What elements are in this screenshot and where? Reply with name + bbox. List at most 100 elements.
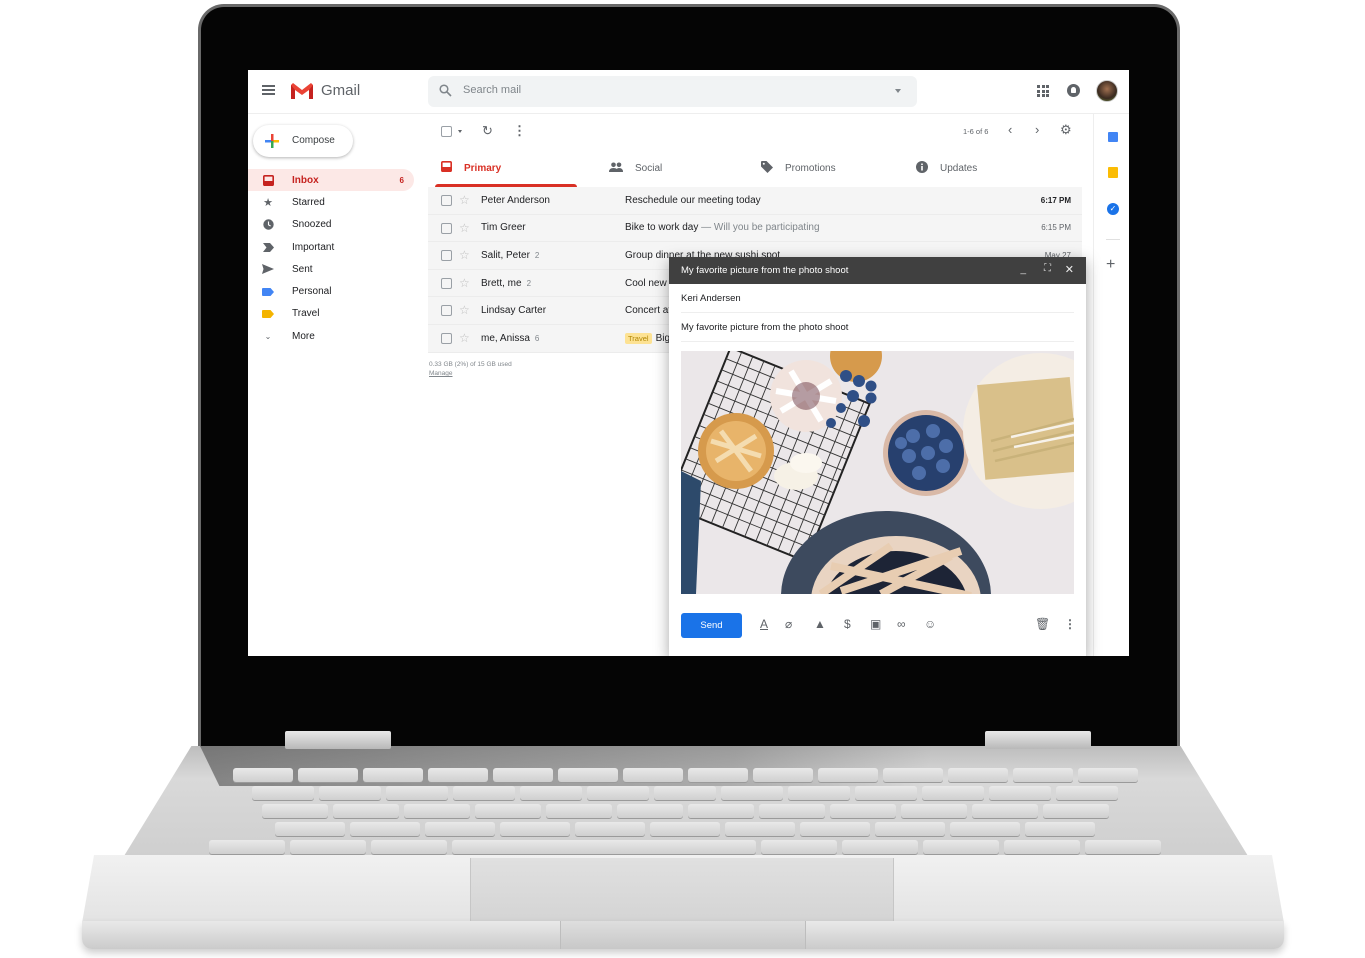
emoji-icon[interactable]: ☺	[924, 617, 936, 631]
keyboard-key	[1077, 768, 1138, 782]
insert-link-icon[interactable]: ∞	[897, 617, 906, 631]
send-button[interactable]: Send	[681, 613, 742, 638]
calendar-icon[interactable]	[1108, 132, 1118, 142]
sidebar-item-snoozed[interactable]: Snoozed	[248, 214, 414, 236]
keyboard-key	[687, 804, 754, 818]
tab-label: Promotions	[785, 162, 836, 174]
to-field[interactable]: Keri Andersen	[681, 284, 1074, 313]
tag-icon	[761, 160, 773, 176]
sidebar-item-sent[interactable]: Sent	[248, 258, 414, 280]
keyboard-key	[971, 804, 1038, 818]
tab-promotions[interactable]: Promotions	[761, 150, 836, 186]
tasks-icon[interactable]: ✓	[1107, 203, 1119, 215]
email-sender: Lindsay Carter	[481, 305, 546, 316]
star-icon[interactable]: ☆	[459, 303, 470, 317]
thread-count: 2	[534, 250, 540, 260]
tab-social[interactable]: Social	[609, 150, 662, 186]
gmail-logo-icon[interactable]	[290, 82, 314, 100]
attached-photo[interactable]	[681, 351, 1074, 594]
email-row[interactable]: ☆ Peter Anderson Reschedule our meeting …	[428, 187, 1082, 215]
sidebar-item-starred[interactable]: ★ Starred	[248, 191, 414, 213]
search-icon[interactable]	[439, 84, 452, 97]
thread-count: 6	[534, 333, 540, 343]
compose-button[interactable]: Compose	[253, 125, 353, 157]
label-icon	[262, 308, 274, 320]
sidebar-item-travel[interactable]: Travel	[248, 303, 414, 325]
email-subject: Concert at	[625, 305, 671, 316]
subject-text: Reschedule our meeting today	[625, 194, 761, 206]
row-checkbox[interactable]	[441, 222, 452, 234]
row-checkbox[interactable]	[441, 195, 452, 206]
label-icon	[262, 286, 274, 298]
star-icon[interactable]: ☆	[459, 248, 470, 262]
account-avatar[interactable]	[1096, 80, 1118, 102]
search-bar[interactable]: Search mail	[428, 76, 917, 107]
compose-title-bar[interactable]: My favorite picture from the photo shoot…	[669, 257, 1086, 284]
inbox-icon	[262, 174, 274, 186]
search-input[interactable]: Search mail	[463, 84, 521, 96]
row-checkbox[interactable]	[441, 332, 452, 344]
keyboard-key	[575, 822, 645, 836]
sidebar-item-more[interactable]: ⌄ More	[248, 325, 414, 347]
email-time: 6:15 PM	[1041, 223, 1071, 233]
select-all-checkbox[interactable]	[441, 126, 452, 137]
row-checkbox[interactable]	[441, 305, 452, 317]
star-icon[interactable]: ☆	[459, 193, 470, 207]
keyboard-key	[725, 822, 795, 836]
trash-icon[interactable]: 🗑	[1035, 617, 1050, 631]
tab-primary[interactable]: Primary	[434, 150, 578, 187]
send-money-icon[interactable]: $	[844, 617, 851, 631]
apps-grid-icon[interactable]	[1037, 85, 1049, 97]
subject-field[interactable]: My favorite picture from the photo shoot	[681, 313, 1074, 342]
keep-icon[interactable]	[1108, 167, 1118, 178]
sidebar-item-inbox[interactable]: Inbox 6	[248, 169, 414, 192]
more-options-icon[interactable]: ⋮	[513, 123, 526, 139]
hamburger-menu-icon[interactable]	[262, 85, 275, 95]
chevron-right-icon[interactable]: ›	[1035, 122, 1039, 137]
sidebar-item-label: Personal	[292, 286, 332, 298]
add-addon-icon[interactable]: +	[1106, 256, 1115, 274]
sidebar-item-personal[interactable]: Personal	[248, 280, 414, 302]
email-row[interactable]: ☆ Tim Greer Bike to work day — Will you …	[428, 214, 1082, 243]
keyboard-key	[989, 786, 1051, 800]
format-text-icon[interactable]: A	[760, 617, 768, 631]
tab-updates[interactable]: Updates	[916, 150, 977, 186]
app-name: Gmail	[321, 82, 361, 99]
keyboard	[160, 768, 1210, 858]
close-icon[interactable]: ✕	[1065, 263, 1074, 276]
info-icon	[916, 160, 928, 176]
left-hinge	[285, 731, 391, 749]
keyboard-key	[587, 786, 649, 800]
insert-photo-icon[interactable]: ▣	[870, 617, 881, 631]
star-icon[interactable]: ☆	[459, 331, 470, 345]
keyboard-key	[252, 786, 314, 800]
attach-file-icon[interactable]: ⌀	[785, 617, 792, 631]
row-checkbox[interactable]	[441, 250, 452, 262]
minimize-icon[interactable]: _	[1020, 264, 1026, 275]
sidebar-item-important[interactable]: Important	[248, 236, 414, 258]
row-checkbox[interactable]	[441, 277, 452, 289]
refresh-icon[interactable]: ↻	[482, 123, 493, 139]
more-options-icon[interactable]: ⋮	[1064, 617, 1076, 631]
travel-label-chip[interactable]: Travel	[625, 332, 652, 344]
sidebar-item-label: Travel	[292, 308, 320, 320]
email-sender: Salit, Peter 2	[481, 250, 539, 261]
select-dropdown-caret-icon[interactable]	[458, 130, 462, 133]
chevron-left-icon[interactable]: ‹	[1008, 122, 1012, 137]
category-tabs: Primary Social Promotions Updates	[433, 150, 1083, 187]
star-icon[interactable]: ☆	[459, 221, 470, 235]
star-icon[interactable]: ☆	[459, 276, 470, 290]
sidebar-item-label: Snoozed	[292, 219, 332, 231]
email-sender: Tim Greer	[481, 222, 526, 233]
search-options-caret-icon[interactable]	[895, 89, 901, 93]
google-drive-icon[interactable]: ▲	[814, 617, 826, 631]
keyboard-key	[474, 804, 541, 818]
keyboard-key	[758, 804, 825, 818]
keyboard-key	[855, 786, 917, 800]
notifications-icon[interactable]	[1067, 84, 1080, 97]
gear-icon[interactable]: ⚙	[1060, 122, 1072, 138]
fullscreen-icon[interactable]: ⛶	[1044, 263, 1051, 274]
manage-storage-link[interactable]: Manage	[429, 369, 512, 378]
recipient: Keri Andersen	[681, 292, 741, 304]
keyboard-key	[1012, 768, 1073, 782]
